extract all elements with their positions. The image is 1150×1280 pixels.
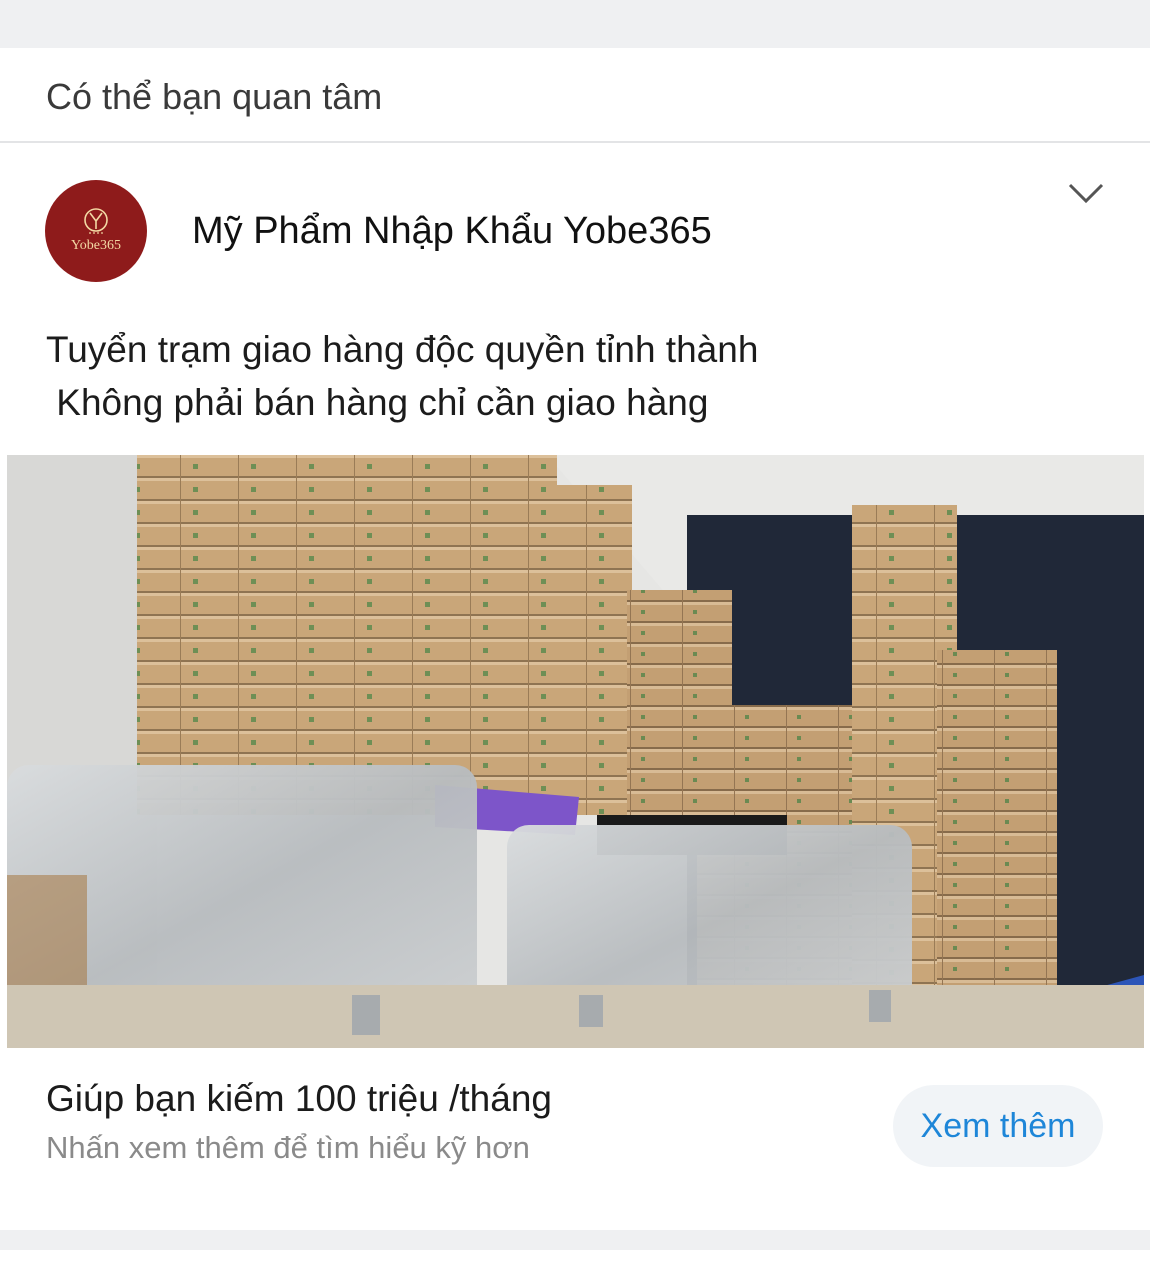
bottom-separator: [0, 1230, 1150, 1250]
sponsored-post-card[interactable]: Yobe365 Mỹ Phẩm Nhập Khẩu Yobe365 Tuyển …: [0, 145, 1150, 1230]
ad-subtext: Nhấn xem thêm để tìm hiểu kỹ hơn: [46, 1130, 530, 1165]
ad-headline: Giúp bạn kiếm 100 triệu /tháng: [46, 1078, 552, 1119]
learn-more-button[interactable]: Xem thêm: [893, 1085, 1103, 1167]
ad-image[interactable]: [7, 455, 1144, 1048]
section-header: Có thể bạn quan tâm: [0, 48, 1150, 143]
brand-logo-icon: [84, 208, 108, 234]
section-title: Có thể bạn quan tâm: [46, 76, 383, 117]
avatar-brand-text: Yobe365: [71, 238, 121, 253]
page-avatar[interactable]: Yobe365: [45, 180, 147, 282]
post-caption: Tuyển trạm giao hàng độc quyền tỉnh thàn…: [46, 329, 759, 423]
top-separator: [0, 0, 1150, 48]
page-name[interactable]: Mỹ Phẩm Nhập Khẩu Yobe365: [192, 210, 712, 253]
chevron-down-icon[interactable]: [1064, 175, 1108, 211]
boxes-photo-illustration: [7, 455, 1144, 1048]
